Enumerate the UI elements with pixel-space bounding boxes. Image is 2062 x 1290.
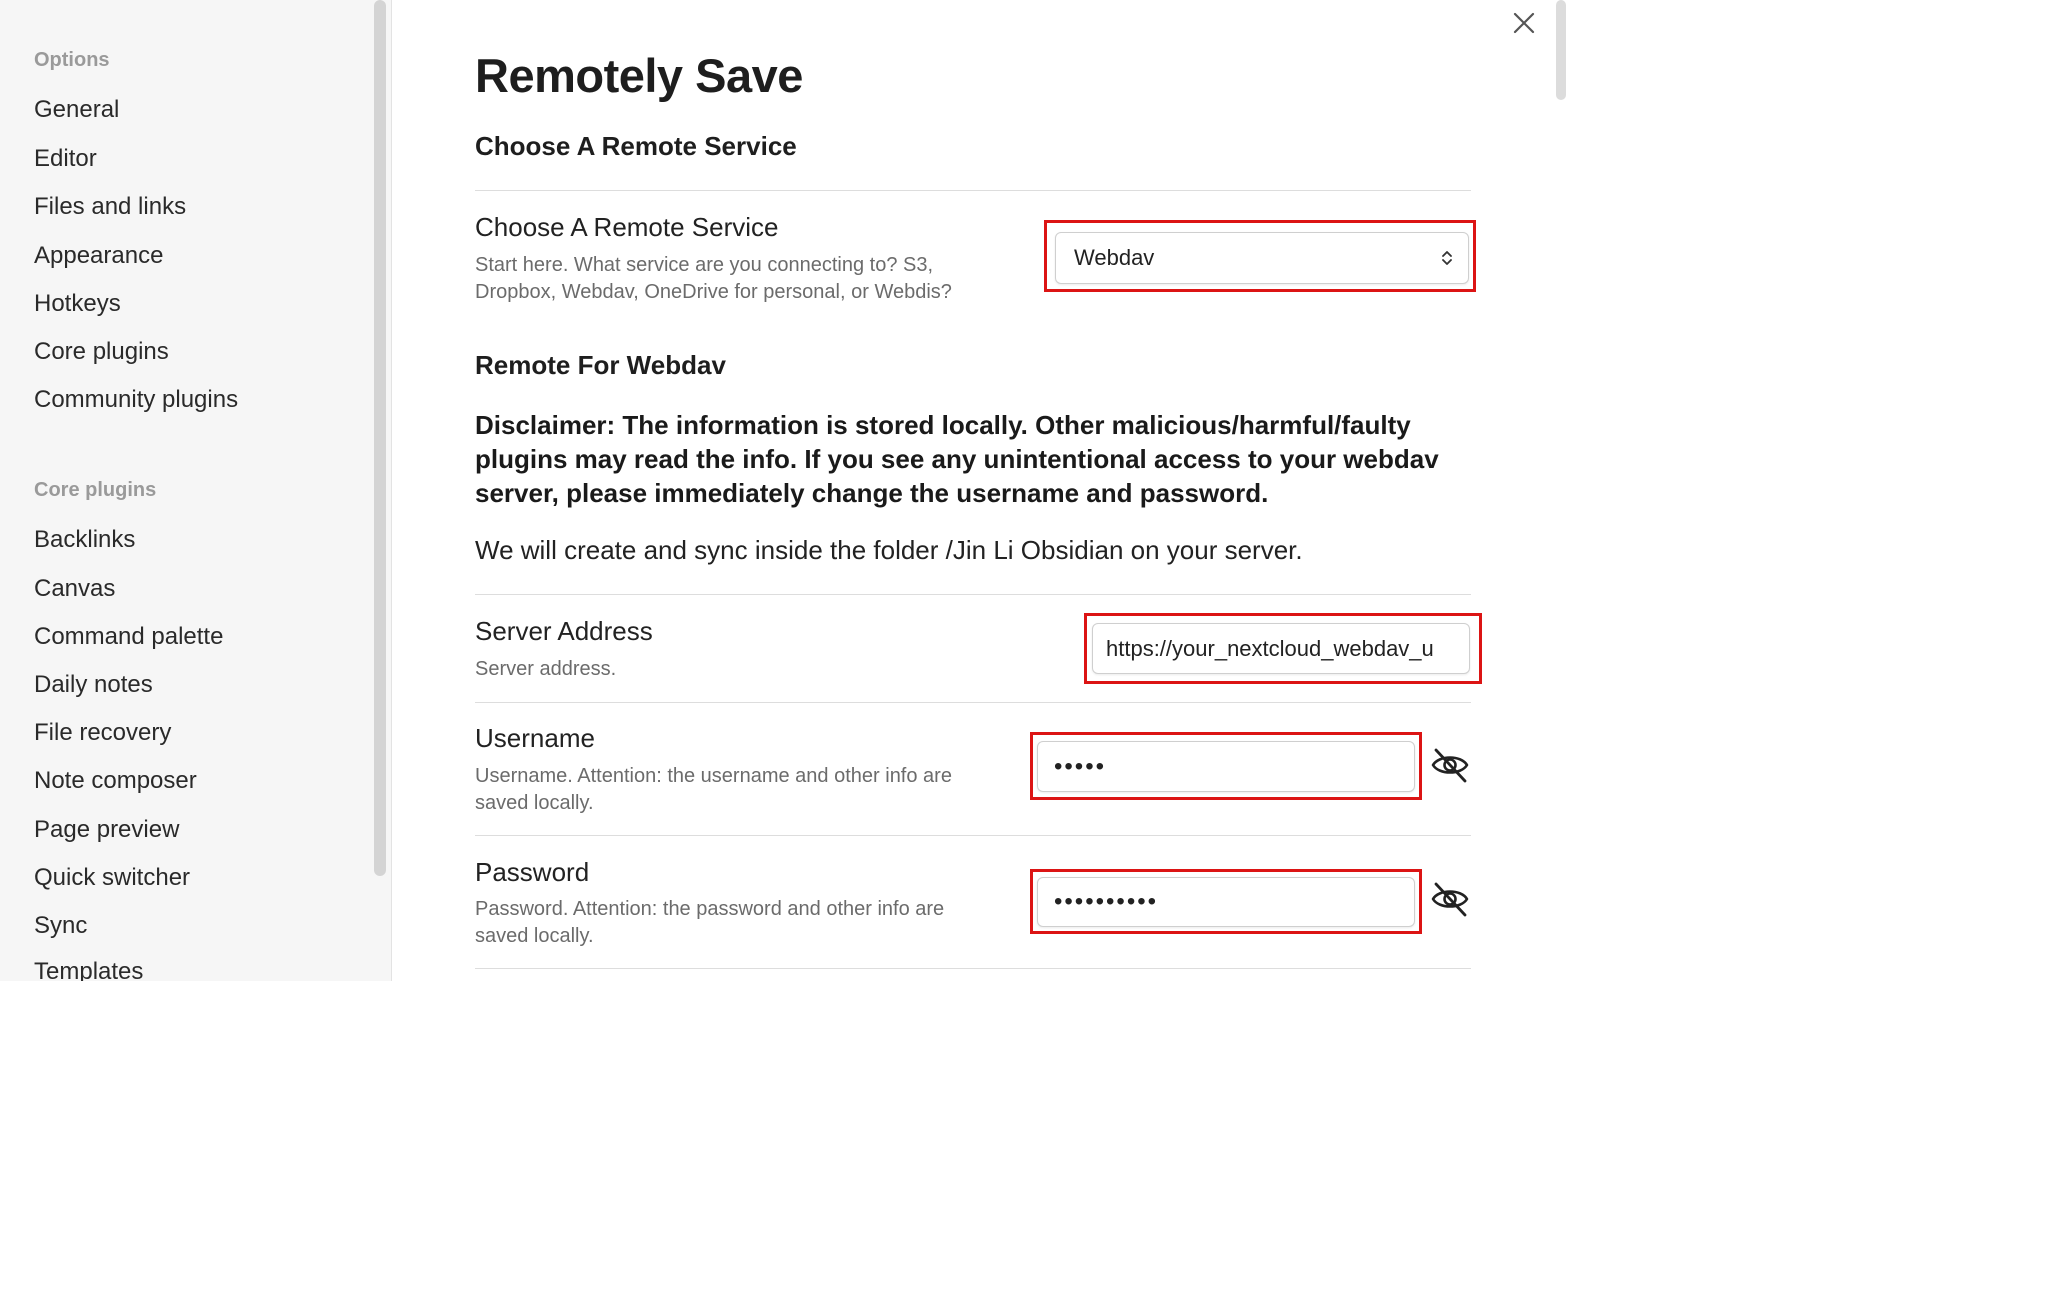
chevron-up-down-icon [1442, 251, 1452, 265]
remote-service-desc-2: Dropbox, Webdav, OneDrive for personal, … [475, 281, 952, 303]
folder-note: We will create and sync inside the folde… [475, 535, 1303, 565]
sidebar-item-community-plugins[interactable]: Community plugins [34, 386, 238, 414]
server-address-value: https://your_nextcloud_webdav_u [1106, 635, 1434, 661]
username-input[interactable]: ••••• [1037, 741, 1415, 792]
eye-off-icon [1431, 882, 1469, 917]
sidebar-item-backlinks[interactable]: Backlinks [34, 526, 135, 554]
password-desc-2: saved locally. [475, 925, 594, 947]
username-desc-1: Username. Attention: the username and ot… [475, 765, 952, 787]
sidebar-item-general[interactable]: General [34, 96, 119, 124]
main-scrollbar[interactable] [1556, 0, 1566, 100]
divider [475, 968, 1471, 969]
eye-off-icon [1431, 748, 1469, 783]
webdav-heading: Remote For Webdav [475, 350, 726, 380]
sidebar-item-daily-notes[interactable]: Daily notes [34, 671, 153, 699]
sidebar-section-options: Options [34, 49, 110, 71]
server-address-input[interactable]: https://your_nextcloud_webdav_u [1092, 623, 1470, 674]
sidebar-item-core-plugins[interactable]: Core plugins [34, 338, 169, 366]
page-title: Remotely Save [475, 49, 803, 102]
username-name: Username [475, 723, 595, 753]
server-address-desc: Server address. [475, 658, 617, 680]
divider [475, 835, 1471, 836]
remote-service-name: Choose A Remote Service [475, 212, 779, 242]
sidebar-item-appearance[interactable]: Appearance [34, 242, 163, 270]
remote-service-selected: Webdav [1074, 245, 1155, 270]
close-button[interactable] [1511, 10, 1537, 36]
server-address-name: Server Address [475, 616, 653, 646]
password-name: Password [475, 857, 590, 887]
divider [475, 702, 1471, 703]
sidebar-item-page-preview[interactable]: Page preview [34, 816, 179, 844]
password-desc-1: Password. Attention: the password and ot… [475, 898, 945, 920]
toggle-username-visibility[interactable] [1430, 745, 1470, 785]
disclaimer-text: Disclaimer: The information is stored lo… [475, 410, 1439, 508]
sidebar-item-templates[interactable]: Templates [34, 958, 143, 981]
divider [475, 190, 1471, 191]
username-desc-2: saved locally. [475, 792, 594, 814]
settings-sidebar: Options General Editor Files and links A… [0, 0, 392, 981]
password-input[interactable]: •••••••••• [1037, 877, 1415, 927]
sidebar-section-core-plugins: Core plugins [34, 479, 157, 501]
sidebar-item-hotkeys[interactable]: Hotkeys [34, 290, 121, 318]
remote-service-select[interactable]: Webdav [1055, 232, 1469, 284]
sidebar-item-editor[interactable]: Editor [34, 145, 97, 173]
sidebar-item-note-composer[interactable]: Note composer [34, 767, 197, 795]
remote-service-desc-1: Start here. What service are you connect… [475, 254, 934, 276]
divider [475, 594, 1471, 595]
sidebar-item-canvas[interactable]: Canvas [34, 575, 115, 603]
sidebar-item-command-palette[interactable]: Command palette [34, 623, 223, 651]
sidebar-scrollbar[interactable] [374, 0, 386, 876]
sidebar-item-quick-switcher[interactable]: Quick switcher [34, 864, 190, 892]
sidebar-item-sync[interactable]: Sync [34, 912, 87, 940]
username-value: ••••• [1054, 752, 1107, 780]
toggle-password-visibility[interactable] [1430, 879, 1470, 919]
sidebar-item-file-recovery[interactable]: File recovery [34, 719, 171, 747]
settings-content: Remotely Save Choose A Remote Service Ch… [393, 0, 1568, 981]
choose-remote-heading: Choose A Remote Service [475, 131, 797, 161]
close-icon [1513, 12, 1535, 34]
sidebar-item-files-and-links[interactable]: Files and links [34, 193, 186, 221]
password-value: •••••••••• [1054, 888, 1159, 915]
